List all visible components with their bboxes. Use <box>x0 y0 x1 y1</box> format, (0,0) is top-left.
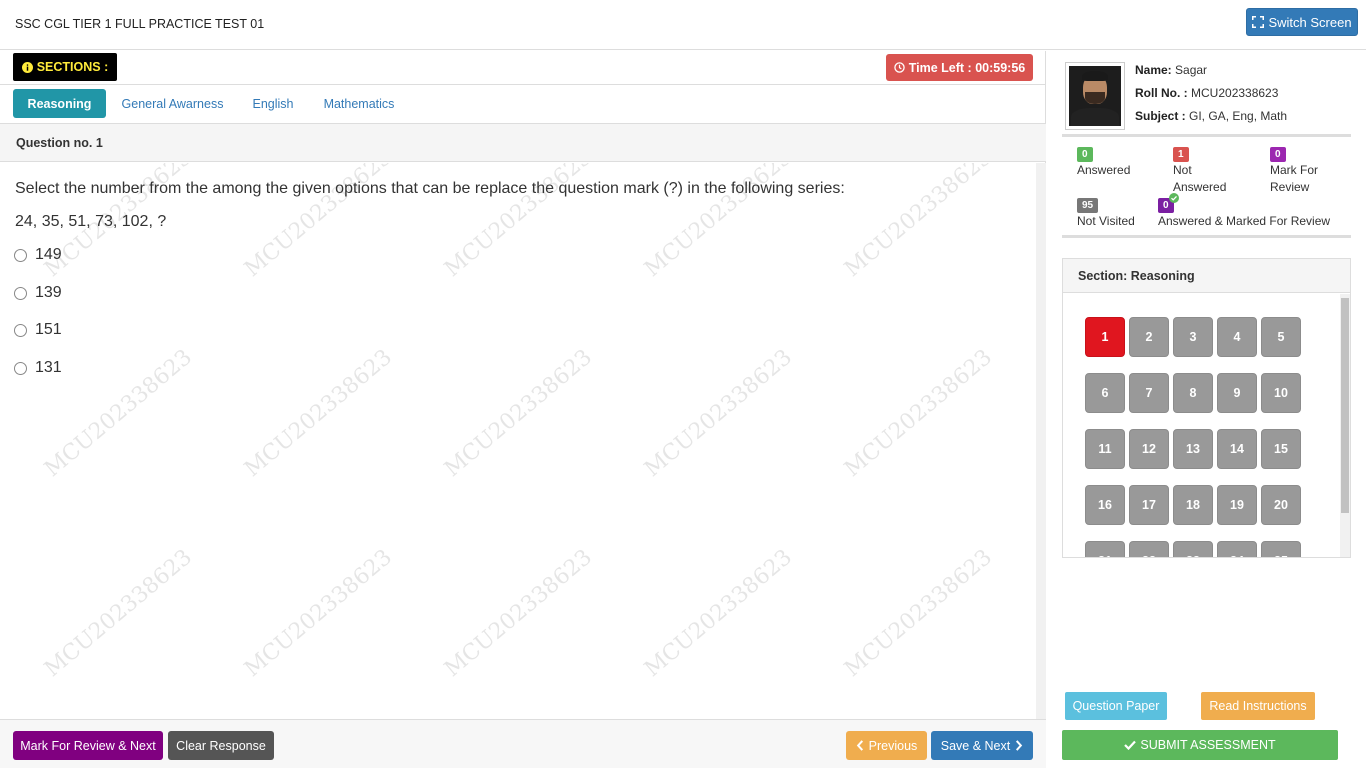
palette-question-10[interactable]: 10 <box>1261 373 1301 413</box>
palette-title: Section: Reasoning <box>1063 259 1350 293</box>
tab-general-awareness[interactable]: General Awarness <box>113 89 232 118</box>
watermark-text: MCU202338623 <box>640 544 797 683</box>
legend-answered: 0 Answered <box>1077 147 1131 177</box>
candidate-name: Name: Sagar <box>1135 63 1208 77</box>
question-panel: SECTIONS : Time Left : 00:59:56 Reasonin… <box>0 51 1046 768</box>
save-next-button[interactable]: Save & Next <box>931 731 1033 760</box>
palette-question-23[interactable]: 23 <box>1173 541 1213 557</box>
watermark-text: MCU202338623 <box>840 163 997 283</box>
watermark-text: MCU202338623 <box>40 344 197 483</box>
tab-english[interactable]: English <box>243 89 303 118</box>
watermark-text: MCU202338623 <box>640 344 797 483</box>
test-title: SSC CGL TIER 1 FULL PRACTICE TEST 01 <box>15 17 265 31</box>
candidate-subject: Subject : GI, GA, Eng, Math <box>1135 109 1288 123</box>
time-left-badge: Time Left : 00:59:56 <box>886 54 1033 81</box>
not-answered-count-badge: 1 <box>1173 147 1189 162</box>
candidate-photo <box>1065 62 1125 130</box>
mark-review-next-button[interactable]: Mark For Review & Next <box>13 731 163 760</box>
info-icon <box>21 61 33 73</box>
question-scrollbar[interactable] <box>1036 163 1046 719</box>
option-2[interactable]: 139 <box>14 284 62 302</box>
option-4[interactable]: 131 <box>14 359 62 377</box>
palette-question-2[interactable]: 2 <box>1129 317 1169 357</box>
palette-question-18[interactable]: 18 <box>1173 485 1213 525</box>
not-visited-count-badge: 95 <box>1077 198 1099 213</box>
question-text: Select the number from the among the giv… <box>15 180 845 197</box>
section-tabs: Reasoning General Awarness English Mathe… <box>0 86 1046 124</box>
option-2-radio[interactable] <box>14 286 27 300</box>
watermark-text: MCU202338623 <box>240 544 397 683</box>
palette-question-1[interactable]: 1 <box>1085 317 1125 357</box>
option-3[interactable]: 151 <box>14 321 62 339</box>
legend-answered-marked: 0 Answered & Marked For Review <box>1158 193 1330 230</box>
palette-grid: 1234567891011121314151617181920212223242… <box>1063 294 1339 557</box>
option-1[interactable]: 149 <box>14 246 62 264</box>
palette-scroll-thumb[interactable] <box>1341 298 1349 513</box>
palette-question-20[interactable]: 20 <box>1261 485 1301 525</box>
watermark-text: MCU202338623 <box>40 544 197 683</box>
answered-count-badge: 0 <box>1077 147 1093 162</box>
fullscreen-icon <box>1252 16 1265 28</box>
tab-mathematics[interactable]: Mathematics <box>315 89 403 118</box>
switch-screen-label: Switch Screen <box>1268 14 1352 30</box>
palette-question-5[interactable]: 5 <box>1261 317 1301 357</box>
palette-question-16[interactable]: 16 <box>1085 485 1125 525</box>
chevron-right-icon <box>1016 740 1023 751</box>
read-instructions-button[interactable]: Read Instructions <box>1201 692 1315 720</box>
palette-question-19[interactable]: 19 <box>1217 485 1257 525</box>
question-series: 24, 35, 51, 73, 102, ? <box>15 213 167 230</box>
palette-question-12[interactable]: 12 <box>1129 429 1169 469</box>
tab-reasoning[interactable]: Reasoning <box>13 89 106 118</box>
palette-question-21[interactable]: 21 <box>1085 541 1125 557</box>
top-bar: SSC CGL TIER 1 FULL PRACTICE TEST 01 Swi… <box>0 0 1366 50</box>
previous-button[interactable]: Previous <box>846 731 927 760</box>
clock-icon <box>894 62 905 73</box>
legend-not-visited: 95 Not Visited <box>1077 198 1135 228</box>
watermark-text: MCU202338623 <box>440 544 597 683</box>
legend-not-answered: 1 Not Answered <box>1173 147 1227 194</box>
question-header: Question no. 1 <box>0 124 1046 162</box>
legend-mark-review: 0 Mark For Review <box>1270 147 1318 194</box>
clear-response-button[interactable]: Clear Response <box>168 731 274 760</box>
palette-question-3[interactable]: 3 <box>1173 317 1213 357</box>
palette-question-15[interactable]: 15 <box>1261 429 1301 469</box>
sections-bar: SECTIONS : Time Left : 00:59:56 <box>0 51 1046 85</box>
palette-question-7[interactable]: 7 <box>1129 373 1169 413</box>
watermark-text: MCU202338623 <box>840 344 997 483</box>
question-number: Question no. 1 <box>16 136 103 150</box>
palette-question-6[interactable]: 6 <box>1085 373 1125 413</box>
question-footer: Mark For Review & Next Clear Response Pr… <box>0 719 1046 768</box>
palette-question-24[interactable]: 24 <box>1217 541 1257 557</box>
palette-scrollbar[interactable] <box>1340 294 1350 557</box>
question-paper-button[interactable]: Question Paper <box>1065 692 1167 720</box>
palette-question-14[interactable]: 14 <box>1217 429 1257 469</box>
palette-question-11[interactable]: 11 <box>1085 429 1125 469</box>
palette-question-22[interactable]: 22 <box>1129 541 1169 557</box>
sections-label: SECTIONS : <box>13 53 117 81</box>
palette-question-9[interactable]: 9 <box>1217 373 1257 413</box>
candidate-roll: Roll No. : MCU202338623 <box>1135 86 1279 100</box>
option-4-radio[interactable] <box>14 361 27 375</box>
question-body: MCU202338623 MCU202338623 MCU202338623 MCU2… <box>0 163 1036 719</box>
watermark-text: MCU202338623 <box>440 344 597 483</box>
submit-assessment-button[interactable]: SUBMIT ASSESSMENT <box>1062 730 1338 760</box>
check-circle-icon <box>1169 193 1179 203</box>
option-3-radio[interactable] <box>14 323 27 337</box>
mark-review-count-badge: 0 <box>1270 147 1286 162</box>
palette-question-17[interactable]: 17 <box>1129 485 1169 525</box>
question-palette: Section: Reasoning 1 2 3 4 5 6 7 8 9 10 11 12 13 14 15… <box>1062 258 1351 558</box>
palette-question-25[interactable]: 25 <box>1261 541 1301 557</box>
palette-question-4[interactable]: 4 <box>1217 317 1257 357</box>
watermark-text: MCU202338623 <box>240 344 397 483</box>
palette-question-8[interactable]: 8 <box>1173 373 1213 413</box>
option-1-radio[interactable] <box>14 248 27 262</box>
chevron-left-icon <box>856 740 863 751</box>
switch-screen-button[interactable]: Switch Screen <box>1246 8 1358 36</box>
status-legend: 0 Answered 1 Not Answered 0 Mark For Revie… <box>1062 134 1351 238</box>
candidate-panel: Name: Sagar Roll No. : MCU202338623 Subj… <box>1047 51 1366 768</box>
palette-question-13[interactable]: 13 <box>1173 429 1213 469</box>
watermark-text: MCU202338623 <box>840 544 997 683</box>
check-icon <box>1124 740 1137 750</box>
